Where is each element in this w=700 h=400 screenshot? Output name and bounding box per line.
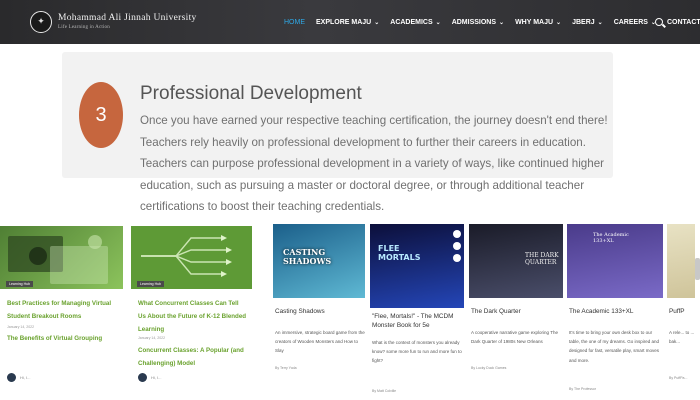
nav-item-admissions[interactable]: ADMISSIONS ⌄ [452,19,504,26]
project-description: It's time to bring your own desk box to … [569,330,660,363]
logo-tagline: Life Learning in Action [58,25,110,31]
project-creator[interactable]: By PuffPa... [669,376,687,380]
article-card[interactable]: Learning Hub What Concurrent Classes Can… [131,226,252,400]
search-icon[interactable] [655,18,663,26]
cover-text: CASTING SHADOWS [283,247,332,266]
step-description: Once you have earned your respective tea… [140,114,608,213]
category-tag[interactable]: Learning Hub [6,281,34,287]
site-logo[interactable]: ✦ Mohammad Ali Jinnah University Life Le… [30,0,197,44]
project-card[interactable]: CASTING SHADOWS Casting Shadows An immer… [273,224,365,400]
page: ✦ Mohammad Ali Jinnah University Life Le… [0,0,700,400]
nav-item-label: CAREERS [613,18,648,26]
project-cover-image[interactable]: FLEE MORTALS [370,224,464,308]
step-number-badge: 3 [79,82,123,148]
project-title[interactable]: PuffP [669,307,695,316]
project-cover-image[interactable]: The Academic 133+XL [567,224,663,298]
article-subtitle[interactable]: The Benefits of Virtual Grouping [7,332,117,345]
article-title[interactable]: Best Practices for Managing Virtual Stud… [7,297,112,323]
nav-item-explore-maju[interactable]: EXPLORE MAJU ⌄ [316,19,379,26]
author-name[interactable]: Hi, I... [20,375,30,380]
arrows-illustration-icon [141,235,232,277]
project-title[interactable]: The Academic 133+XL [569,307,661,316]
article-thumbnail [0,226,123,289]
nav-item-label: ADMISSIONS [451,18,497,26]
project-description: What is the context of monsters you alre… [372,340,462,364]
article-date: January 14, 2022 [138,336,166,340]
top-nav: ✦ Mohammad Ali Jinnah University Life Le… [0,0,700,44]
author-name[interactable]: Hi, I... [151,375,161,380]
university-seal-icon: ✦ [30,11,52,33]
article-date: January 14, 2022 [7,325,35,329]
cover-text: The Academic 133+XL [593,232,629,244]
cover-text: FLEE MORTALS [378,244,421,262]
chevron-down-icon: ⌄ [597,19,603,26]
chevron-down-icon: ⌄ [374,19,380,26]
nav-item-label: CONTACT [666,18,700,26]
article-subtitle[interactable]: Concurrent Classes: A Popular (and Chall… [138,344,248,370]
project-title[interactable]: The Dark Quarter [471,307,561,316]
project-creator[interactable]: By Matt Colville [372,389,396,393]
project-creator[interactable]: By The Professor [569,387,596,391]
heart-icon[interactable] [453,230,461,238]
author-avatar[interactable] [138,373,147,382]
article-title[interactable]: What Concurrent Classes Can Tell Us Abou… [138,297,248,336]
project-creator[interactable]: By Lucky Duck Games [471,366,506,370]
project-description: A rele... to ... bak... [669,330,695,345]
project-cover-image[interactable]: CASTING SHADOWS [273,224,365,298]
author-avatar[interactable] [7,373,16,382]
cover-text: THE DARK QUARTER [525,252,559,266]
category-tag[interactable]: Learning Hub [137,281,165,287]
project-title[interactable]: Casting Shadows [275,307,363,316]
scrollbar-thumb[interactable] [695,258,700,280]
share-icon[interactable] [453,254,461,262]
laptop-illustration-icon [8,235,108,284]
nav-item-label: ACADEMICS [390,18,433,26]
nav-item-jberj[interactable]: JBERJ ⌄ [572,19,603,26]
chevron-down-icon: ⌄ [499,19,505,26]
nav-item-contact[interactable]: CONTACT [667,19,700,26]
project-creator[interactable]: By Terry Yoda [275,366,297,370]
main-menu: HOME EXPLORE MAJU ⌄ ACADEMICS ⌄ ADMISSIONS ⌄ WH… [284,0,700,44]
project-card[interactable]: THE DARK QUARTER The Dark Quarter A coop… [469,224,563,400]
nav-item-why-maju[interactable]: WHY MAJU ⌄ [515,19,561,26]
nav-item-home[interactable]: HOME [284,19,305,26]
nav-item-careers[interactable]: CAREERS ⌄ [614,19,656,26]
bookmark-icon[interactable] [453,242,461,250]
project-description: A cooperative narrative game exploring T… [471,330,558,345]
nav-item-label: JBERJ [572,18,595,26]
nav-item-label: HOME [284,18,305,26]
project-description: An immersive, strategic board game from … [275,330,365,354]
project-card[interactable]: The Academic 133+XL The Academic 133+XL … [567,224,663,400]
card-action-icons [453,230,461,266]
article-thumbnail [131,226,252,289]
project-cover-image[interactable]: THE DARK QUARTER [469,224,563,298]
project-title[interactable]: "Flee, Mortals!" - The MCDM Monster Book… [372,312,462,330]
chevron-down-icon: ⌄ [435,19,441,26]
article-card[interactable]: Learning Hub Best Practices for Managing… [0,226,123,400]
project-card[interactable]: PuffP A rele... to ... bak... By PuffPa.… [667,224,695,400]
nav-item-label: EXPLORE MAJU [316,18,372,26]
step-title: Professional Development [140,83,362,104]
project-cover-image[interactable] [667,224,695,298]
logo-name: Mohammad Ali Jinnah University [58,12,197,23]
project-card[interactable]: FLEE MORTALS "Flee, Mortals!" - The MCDM… [370,224,464,400]
nav-item-academics[interactable]: ACADEMICS ⌄ [390,19,440,26]
chevron-down-icon: ⌄ [556,19,562,26]
nav-item-label: WHY MAJU [515,18,554,26]
